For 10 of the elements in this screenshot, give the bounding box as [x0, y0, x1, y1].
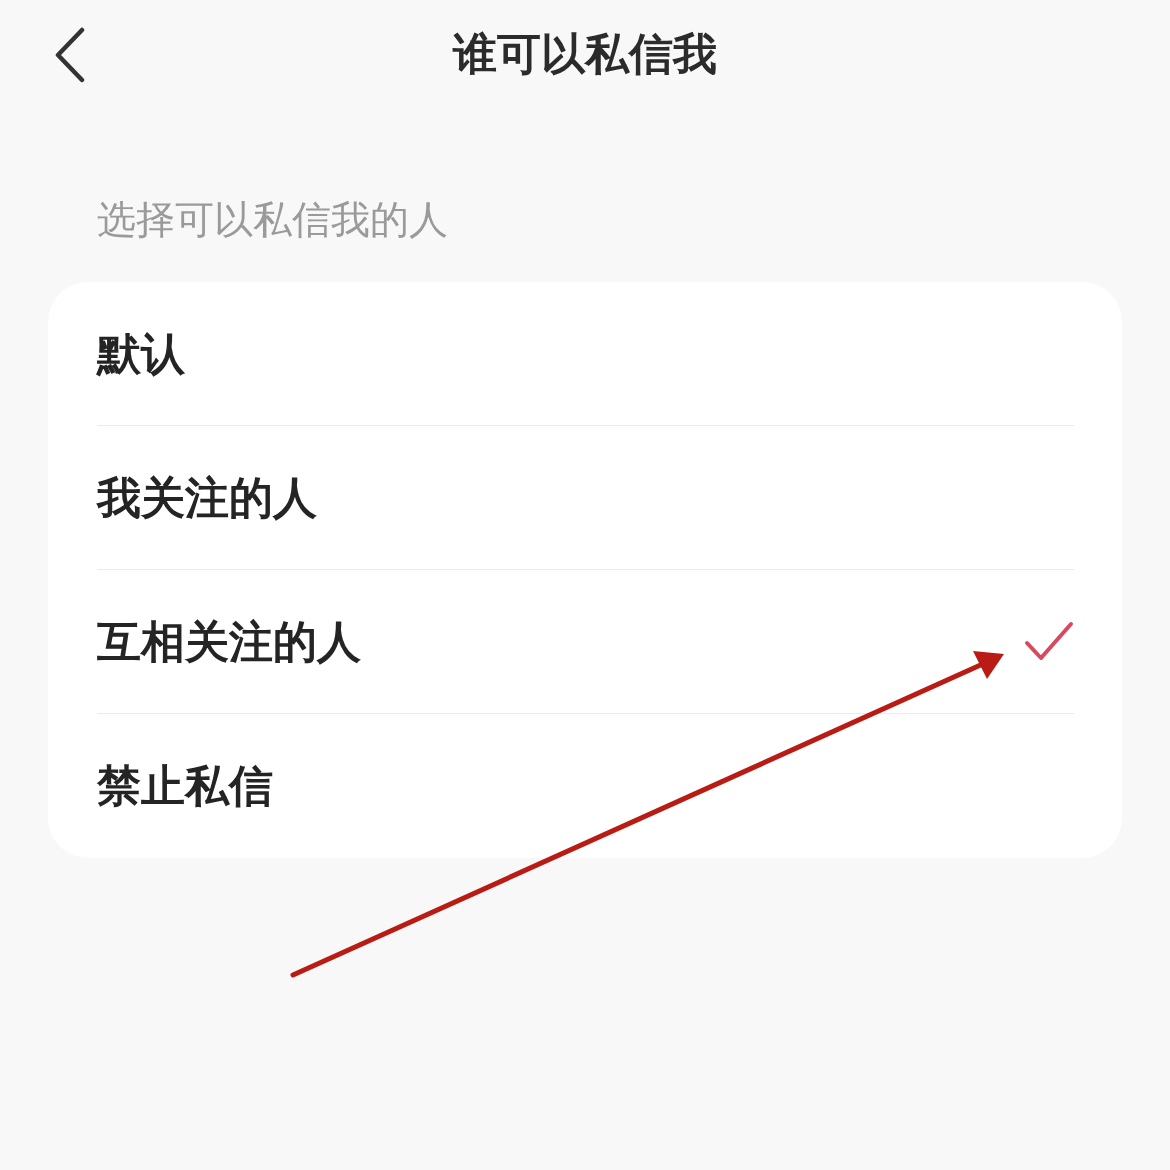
- page-title: 谁可以私信我: [453, 27, 717, 81]
- option-label: 禁止私信: [97, 759, 273, 813]
- option-label: 互相关注的人: [97, 614, 361, 669]
- section-label: 选择可以私信我的人: [97, 196, 448, 244]
- option-row[interactable]: 我关注的人: [97, 426, 1074, 570]
- back-chevron-icon: [54, 27, 86, 83]
- option-row[interactable]: 禁止私信: [97, 714, 1074, 858]
- option-label: 默认: [97, 326, 185, 381]
- option-label: 我关注的人: [97, 470, 317, 525]
- option-row[interactable]: 默认: [97, 282, 1074, 426]
